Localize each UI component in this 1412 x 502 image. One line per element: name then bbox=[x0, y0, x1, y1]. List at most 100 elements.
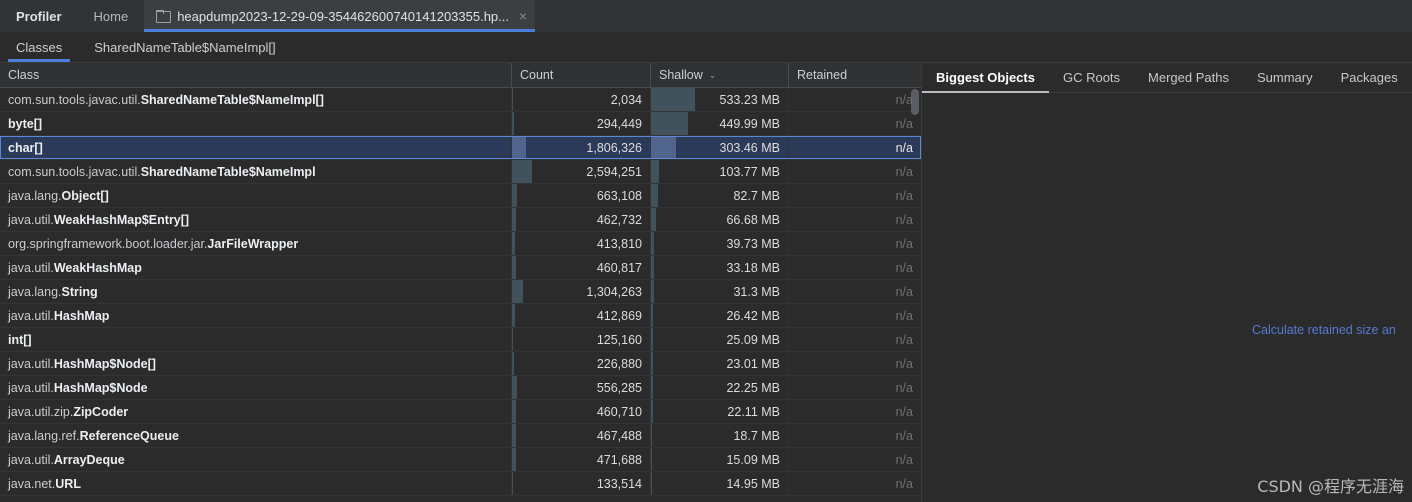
cell-count: 1,304,263 bbox=[512, 280, 651, 303]
cell-class: java.util. HashMap$Node bbox=[0, 376, 512, 399]
calculate-retained-size-link[interactable]: Calculate retained size an bbox=[1252, 323, 1396, 337]
cell-class: java.lang. String bbox=[0, 280, 512, 303]
cell-shallow: 14.95 MB bbox=[651, 472, 789, 495]
details-tab-biggest-objects[interactable]: Biggest Objects bbox=[922, 63, 1049, 93]
cell-count: 1,806,326 bbox=[512, 136, 651, 159]
details-tab-bar: Biggest Objects GC Roots Merged Paths Summa… bbox=[922, 63, 1412, 93]
class-simple-name: char[] bbox=[8, 140, 43, 155]
cell-count: 2,594,251 bbox=[512, 160, 651, 183]
cell-count: 412,869 bbox=[512, 304, 651, 327]
cell-count: 471,688 bbox=[512, 448, 651, 471]
tab-sharednametable-nameimpl[interactable]: SharedNameTable$NameImpl[] bbox=[78, 32, 291, 62]
class-simple-name: String bbox=[61, 284, 98, 299]
table-row[interactable]: java.util. HashMap 412,869 26.42 MB n/a bbox=[0, 304, 921, 328]
details-tab-merged-paths[interactable]: Merged Paths bbox=[1134, 63, 1243, 92]
cell-count: 226,880 bbox=[512, 352, 651, 375]
shallow-bar bbox=[651, 160, 660, 183]
cell-count: 460,817 bbox=[512, 256, 651, 279]
column-header-count[interactable]: Count bbox=[512, 63, 651, 87]
class-package: com.sun.tools.javac.util. bbox=[8, 164, 141, 179]
table-row[interactable]: org.springframework.boot.loader.jar. JarF… bbox=[0, 232, 921, 256]
app-menu-profiler[interactable]: Profiler bbox=[0, 0, 78, 32]
shallow-value: 533.23 MB bbox=[719, 92, 780, 107]
count-value: 1,304,263 bbox=[586, 284, 642, 299]
count-value: 471,688 bbox=[596, 452, 642, 467]
chevron-down-icon: ⌄ bbox=[708, 69, 717, 80]
cell-shallow: 22.25 MB bbox=[651, 376, 789, 399]
table-row[interactable]: com.sun.tools.javac.util. SharedNameTable… bbox=[0, 88, 921, 112]
count-value: 133,514 bbox=[596, 476, 642, 491]
details-tab-packages[interactable]: Packages bbox=[1327, 63, 1412, 92]
table-row[interactable]: char[] 1,806,326 303.46 MB n/a bbox=[0, 136, 921, 160]
retained-value: n/a bbox=[895, 140, 913, 155]
class-simple-name: URL bbox=[55, 476, 81, 491]
count-value: 663,108 bbox=[596, 188, 642, 203]
table-row[interactable]: java.util. ArrayDeque 471,688 15.09 MB n/a bbox=[0, 448, 921, 472]
table-row[interactable]: java.util. WeakHashMap 460,817 33.18 MB n/a bbox=[0, 256, 921, 280]
table-row[interactable]: java.net. URL 133,514 14.95 MB n/a bbox=[0, 472, 921, 496]
retained-value: n/a bbox=[895, 476, 913, 491]
cell-retained: n/a bbox=[789, 304, 921, 327]
shallow-bar bbox=[651, 136, 676, 159]
cell-shallow: 103.77 MB bbox=[651, 160, 789, 183]
count-bar bbox=[512, 352, 514, 375]
cell-class: java.util. WeakHashMap$Entry[] bbox=[0, 208, 512, 231]
shallow-bar bbox=[651, 304, 654, 327]
cell-class: byte[] bbox=[0, 112, 512, 135]
class-simple-name: HashMap bbox=[53, 308, 110, 323]
retained-value: n/a bbox=[895, 92, 913, 107]
table-row[interactable]: java.util. HashMap$Node[] 226,880 23.01 MB n… bbox=[0, 352, 921, 376]
class-package: java.lang.ref. bbox=[8, 428, 80, 443]
retained-value: n/a bbox=[895, 380, 913, 395]
count-value: 226,880 bbox=[596, 356, 642, 371]
tab-heapdump-file[interactable]: heapdump2023-12-29-09-354462600740141203… bbox=[144, 0, 536, 32]
table-row[interactable]: byte[] 294,449 449.99 MB n/a bbox=[0, 112, 921, 136]
cell-shallow: 22.11 MB bbox=[651, 400, 789, 423]
tab-sharednametable-nameimpl-label: SharedNameTable$NameImpl[] bbox=[94, 39, 276, 55]
table-row[interactable]: java.lang.ref. ReferenceQueue 467,488 18.7 … bbox=[0, 424, 921, 448]
count-value: 413,810 bbox=[596, 236, 642, 251]
table-row[interactable]: java.util. WeakHashMap$Entry[] 462,732 66.6… bbox=[0, 208, 921, 232]
shallow-value: 26.42 MB bbox=[726, 308, 780, 323]
retained-value: n/a bbox=[895, 404, 913, 419]
details-tab-summary[interactable]: Summary bbox=[1243, 63, 1327, 92]
class-simple-name: WeakHashMap bbox=[53, 260, 142, 275]
classes-table-panel: Class Count Shallow ⌄ Retained com.sun.t… bbox=[0, 63, 921, 502]
count-value: 412,869 bbox=[596, 308, 642, 323]
profiler-window: Profiler Home heapdump2023-12-29-09-3544… bbox=[0, 0, 1412, 502]
details-tab-label: Summary bbox=[1256, 70, 1313, 85]
cell-count: 663,108 bbox=[512, 184, 651, 207]
count-value: 2,034 bbox=[610, 92, 642, 107]
tab-classes[interactable]: Classes bbox=[0, 32, 78, 62]
class-simple-name: ArrayDeque bbox=[53, 452, 125, 467]
cell-retained: n/a bbox=[789, 280, 921, 303]
table-row[interactable]: java.util. HashMap$Node 556,285 22.25 MB n/a bbox=[0, 376, 921, 400]
table-row[interactable]: java.lang. Object[] 663,108 82.7 MB n/a bbox=[0, 184, 921, 208]
details-tab-gc-roots[interactable]: GC Roots bbox=[1049, 63, 1134, 92]
close-icon[interactable]: × bbox=[519, 9, 527, 23]
details-tab-label: Biggest Objects bbox=[936, 70, 1035, 85]
count-bar bbox=[512, 424, 516, 447]
count-bar bbox=[512, 376, 517, 399]
shallow-bar bbox=[651, 424, 653, 447]
column-header-retained[interactable]: Retained bbox=[789, 63, 921, 87]
shallow-bar bbox=[651, 88, 695, 111]
shallow-value: 82.7 MB bbox=[733, 188, 780, 203]
cell-shallow: 23.01 MB bbox=[651, 352, 789, 375]
cell-class: java.util. HashMap$Node[] bbox=[0, 352, 512, 375]
shallow-bar bbox=[651, 376, 653, 399]
table-row[interactable]: java.util.zip. ZipCoder 460,710 22.11 MB n/a bbox=[0, 400, 921, 424]
table-row[interactable]: java.lang. String 1,304,263 31.3 MB n/a bbox=[0, 280, 921, 304]
cell-retained: n/a bbox=[789, 112, 921, 135]
table-row[interactable]: com.sun.tools.javac.util. SharedNameTable… bbox=[0, 160, 921, 184]
column-header-shallow[interactable]: Shallow ⌄ bbox=[651, 63, 789, 87]
count-bar bbox=[512, 328, 513, 351]
table-header-row: Class Count Shallow ⌄ Retained bbox=[0, 63, 921, 88]
tab-home[interactable]: Home bbox=[78, 0, 145, 32]
table-row[interactable]: int[] 125,160 25.09 MB n/a bbox=[0, 328, 921, 352]
sub-tab-bar: Classes SharedNameTable$NameImpl[] bbox=[0, 32, 1412, 63]
class-simple-name: SharedNameTable$NameImpl[] bbox=[140, 92, 324, 107]
shallow-value: 39.73 MB bbox=[726, 236, 780, 251]
column-header-class[interactable]: Class bbox=[0, 63, 512, 87]
cell-class: com.sun.tools.javac.util. SharedNameTable… bbox=[0, 160, 512, 183]
